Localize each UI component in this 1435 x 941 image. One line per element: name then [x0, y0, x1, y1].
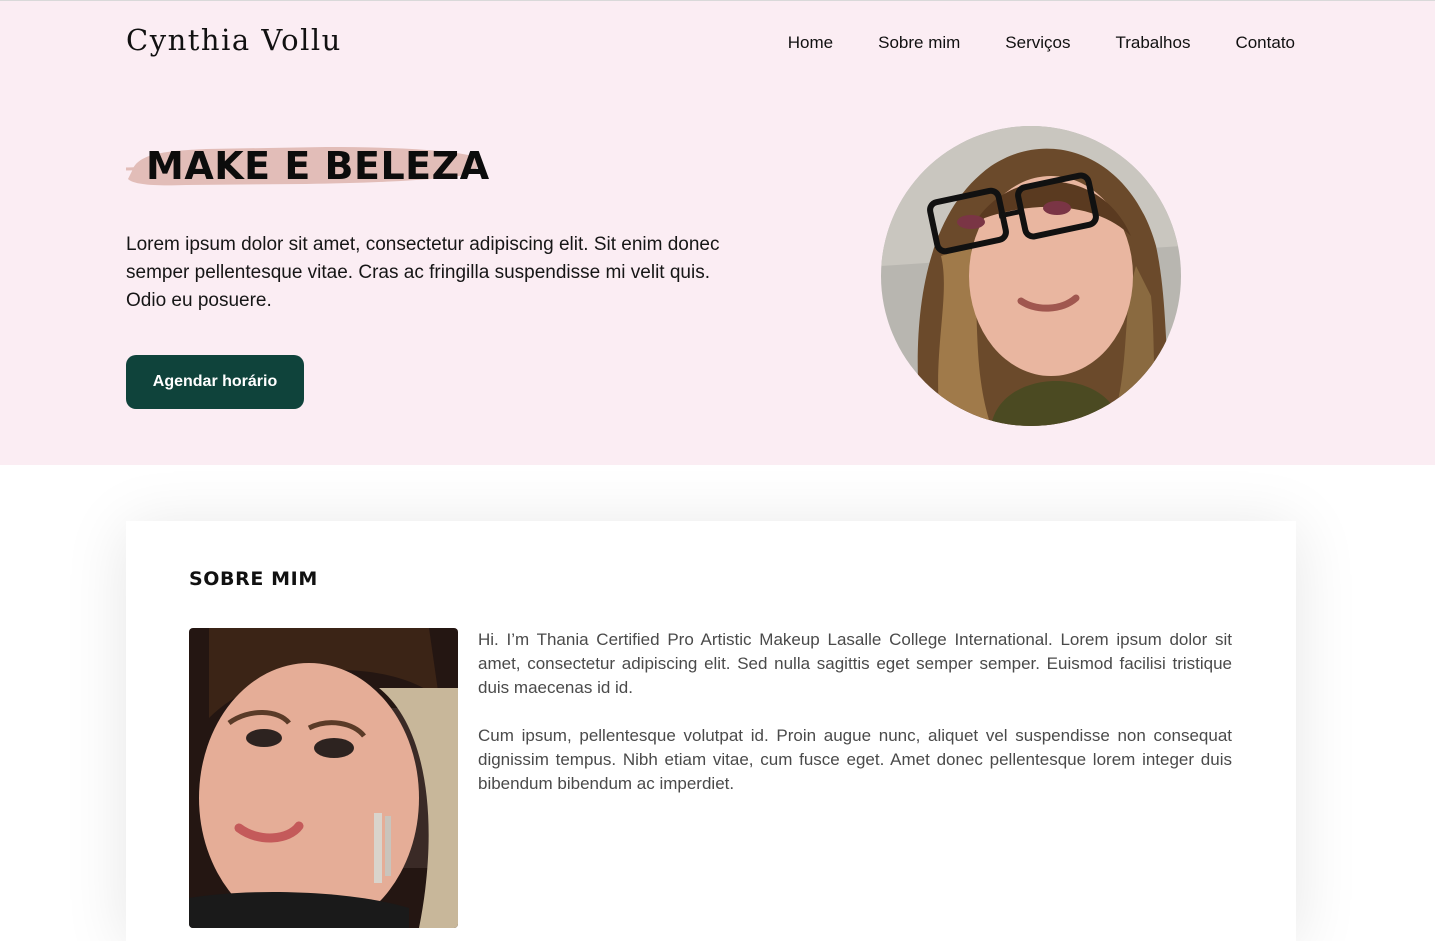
nav-item-servicos: Serviços — [1005, 33, 1070, 53]
about-text: Hi. I’m Thania Certified Pro Artistic Ma… — [478, 628, 1232, 820]
headline-block: MAKE E BELEZA — [126, 141, 489, 191]
nav-item-trabalhos: Trabalhos — [1115, 33, 1190, 53]
hero-section: Cynthia Vollu Home Sobre mim Serviços Tr… — [0, 0, 1435, 465]
nav-link-servicos[interactable]: Serviços — [1005, 33, 1070, 52]
nav-link-trabalhos[interactable]: Trabalhos — [1115, 33, 1190, 52]
portrait-illustration — [881, 126, 1181, 426]
nav-item-home: Home — [788, 33, 833, 53]
nav-item-contato: Contato — [1235, 33, 1295, 53]
hero-headline: MAKE E BELEZA — [146, 144, 490, 188]
about-paragraph: Cum ipsum, pellentesque volutpat id. Pro… — [478, 726, 1232, 793]
about-portrait-illustration — [189, 628, 458, 928]
nav-item-sobre-mim: Sobre mim — [878, 33, 960, 53]
hero-intro-text: Lorem ipsum dolor sit amet, consectetur … — [126, 234, 720, 311]
site-logo[interactable]: Cynthia Vollu — [126, 23, 342, 57]
main-nav: Home Sobre mim Serviços Trabalhos Contat… — [788, 33, 1295, 53]
hero-portrait-photo — [881, 126, 1181, 426]
about-section-card: SOBRE MIM Hi. I’m Thania Certified Pro A… — [126, 521, 1296, 941]
nav-link-contato[interactable]: Contato — [1235, 33, 1295, 52]
schedule-appointment-button[interactable]: Agendar horário — [126, 355, 304, 409]
nav-link-sobre-mim[interactable]: Sobre mim — [878, 33, 960, 52]
nav-link-home[interactable]: Home — [788, 33, 833, 52]
about-title: SOBRE MIM — [189, 568, 318, 590]
about-paragraph: Hi. I’m Thania Certified Pro Artistic Ma… — [478, 630, 1232, 697]
about-photo — [189, 628, 458, 928]
